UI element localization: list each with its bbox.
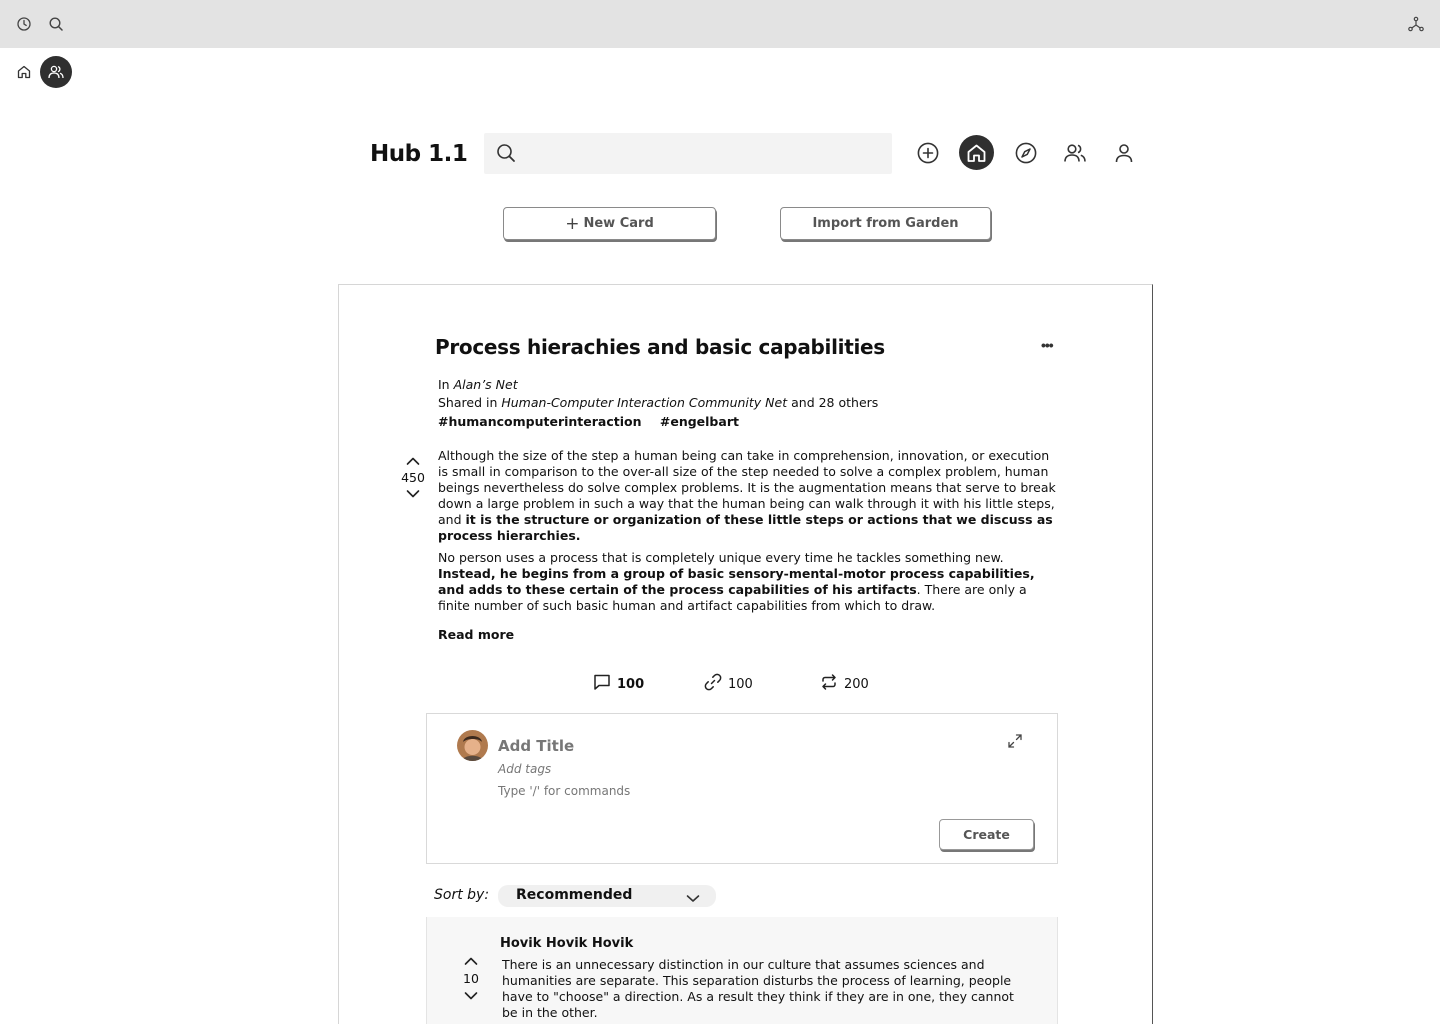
card-shared-line: Shared in Human-Computer Interaction Com… bbox=[438, 395, 878, 410]
paragraph-text: No person uses a process that is complet… bbox=[438, 550, 1004, 565]
people-tab-icon[interactable] bbox=[40, 56, 72, 88]
search-bar[interactable] bbox=[484, 133, 892, 174]
tags-input[interactable]: Add tags bbox=[498, 762, 551, 776]
shared-net-link[interactable]: Human-Computer Interaction Community Net bbox=[501, 395, 787, 410]
profile-icon[interactable] bbox=[1107, 136, 1141, 170]
tag-list: #humancomputerinteraction #engelbart bbox=[438, 414, 753, 429]
network-icon[interactable] bbox=[1408, 16, 1424, 32]
import-from-garden-button[interactable]: Import from Garden bbox=[780, 207, 991, 240]
expand-icon[interactable] bbox=[1007, 733, 1023, 754]
comments-stat[interactable]: 100 bbox=[593, 673, 644, 695]
repost-count: 200 bbox=[844, 676, 869, 692]
shared-prefix: Shared in bbox=[438, 395, 498, 410]
tag[interactable]: #engelbart bbox=[660, 414, 739, 429]
reposts-stat[interactable]: 200 bbox=[820, 673, 869, 695]
sort-label: Sort by: bbox=[434, 887, 490, 903]
home-tab-icon[interactable] bbox=[16, 64, 32, 80]
import-label: Import from Garden bbox=[812, 216, 959, 231]
body-input[interactable]: Type '/' for commands bbox=[498, 784, 630, 798]
home-icon[interactable] bbox=[959, 135, 994, 170]
compass-icon[interactable] bbox=[1009, 136, 1043, 170]
card-paragraph-1: Although the size of the step a human be… bbox=[438, 448, 1058, 544]
vote-count: 450 bbox=[401, 470, 425, 485]
downvote-icon[interactable] bbox=[397, 487, 429, 501]
avatar bbox=[457, 730, 488, 761]
chevron-down-icon bbox=[686, 890, 700, 908]
upvote-icon[interactable] bbox=[397, 454, 429, 468]
history-icon[interactable] bbox=[16, 16, 32, 32]
tab-row bbox=[0, 48, 1440, 96]
repost-icon bbox=[820, 673, 838, 695]
link-icon bbox=[704, 673, 722, 695]
comment-count: 100 bbox=[617, 676, 645, 692]
link-count: 100 bbox=[728, 676, 753, 692]
card-net-line: In Alan’s Net bbox=[438, 377, 518, 392]
paragraph-bold-text: it is the structure or organization of t… bbox=[438, 512, 1053, 543]
new-card-button[interactable]: + New Card bbox=[503, 207, 716, 240]
comment-author[interactable]: Hovik Hovik Hovik bbox=[500, 936, 633, 951]
comment-body: There is an unnecessary distinction in o… bbox=[502, 957, 1014, 1020]
create-button[interactable]: Create bbox=[939, 819, 1034, 850]
top-bar bbox=[0, 0, 1440, 48]
tag[interactable]: #humancomputerinteraction bbox=[438, 414, 642, 429]
read-more-link[interactable]: Read more bbox=[438, 627, 514, 642]
card-title[interactable]: Process hierachies and basic capabilitie… bbox=[435, 335, 885, 359]
brand-title[interactable]: Hub 1.1 bbox=[370, 141, 468, 167]
net-link[interactable]: Alan’s Net bbox=[454, 377, 518, 392]
search-input[interactable] bbox=[528, 133, 878, 174]
new-card-label: New Card bbox=[583, 216, 654, 231]
sort-select[interactable]: Recommended bbox=[498, 885, 716, 907]
reply-composer: Add Title Add tags Type '/' for commands… bbox=[426, 713, 1058, 864]
comment-vote-count: 10 bbox=[463, 971, 479, 986]
add-icon[interactable] bbox=[911, 136, 945, 170]
more-options-icon[interactable]: ••• bbox=[1041, 337, 1054, 353]
shared-suffix[interactable]: and 28 others bbox=[791, 395, 878, 410]
card-paragraph-2: No person uses a process that is complet… bbox=[438, 550, 1058, 614]
search-icon[interactable] bbox=[48, 16, 64, 32]
upvote-icon[interactable] bbox=[455, 954, 487, 968]
comment-vote-control: 10 bbox=[455, 954, 487, 1003]
post-card: Process hierachies and basic capabilitie… bbox=[338, 284, 1153, 1024]
plus-icon: + bbox=[565, 213, 580, 234]
vote-control: 450 bbox=[397, 454, 429, 501]
sort-value: Recommended bbox=[516, 887, 633, 903]
in-prefix: In bbox=[438, 377, 450, 392]
people-icon[interactable] bbox=[1058, 136, 1092, 170]
title-input[interactable]: Add Title bbox=[498, 737, 574, 755]
comment-item: Hovik Hovik Hovik 10 There is an unneces… bbox=[426, 917, 1058, 1024]
downvote-icon[interactable] bbox=[455, 989, 487, 1003]
comment-icon bbox=[593, 673, 611, 695]
links-stat[interactable]: 100 bbox=[704, 673, 753, 695]
search-icon bbox=[496, 143, 516, 168]
